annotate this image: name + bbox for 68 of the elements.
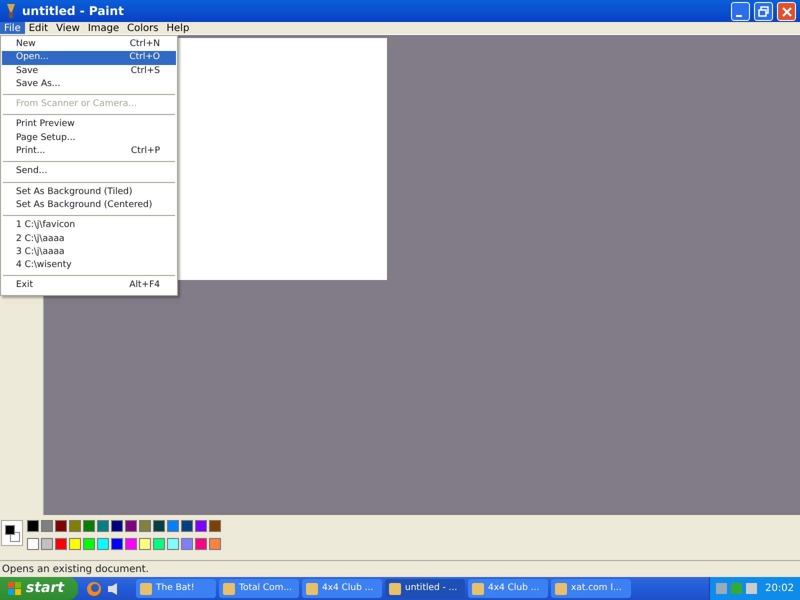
color-swatch[interactable] bbox=[111, 538, 123, 550]
menu-entry[interactable]: New Ctrl+N bbox=[2, 38, 176, 52]
taskbar-button[interactable]: Total Com... bbox=[219, 579, 299, 598]
menu-item[interactable]: File bbox=[0, 22, 25, 34]
color-swatch[interactable] bbox=[41, 538, 53, 550]
windows-logo-icon bbox=[8, 582, 22, 596]
color-swatch[interactable] bbox=[167, 538, 179, 550]
color-swatch[interactable] bbox=[83, 520, 95, 532]
color-swatch[interactable] bbox=[195, 520, 207, 532]
close-button[interactable] bbox=[777, 2, 796, 20]
color-selector bbox=[1, 520, 23, 546]
color-swatch[interactable] bbox=[153, 538, 165, 550]
color-swatch[interactable] bbox=[209, 520, 221, 532]
minimize-icon bbox=[736, 15, 742, 17]
menu-item[interactable]: Colors bbox=[123, 22, 162, 34]
menu-entry[interactable]: Page Setup... bbox=[2, 132, 176, 146]
color-swatch[interactable] bbox=[125, 538, 137, 550]
menu-entry[interactable]: Print Preview bbox=[2, 118, 176, 132]
color-swatch[interactable] bbox=[153, 520, 165, 532]
globe-icon[interactable] bbox=[86, 580, 102, 596]
menu-entry[interactable]: 1 C:\j\favicon bbox=[2, 219, 176, 233]
menu-entry[interactable]: Print... Ctrl+P bbox=[2, 145, 176, 158]
restore-icon bbox=[756, 4, 771, 18]
color-swatch[interactable] bbox=[181, 538, 193, 550]
color-swatch[interactable] bbox=[209, 538, 221, 550]
menu-entry[interactable]: Exit Alt+F4 bbox=[2, 279, 176, 293]
menu-entry[interactable]: Open... Ctrl+O bbox=[2, 51, 176, 65]
menu-entry[interactable]: Set As Background (Centered) bbox=[2, 198, 176, 212]
color-swatch[interactable] bbox=[83, 538, 95, 550]
taskbar-button[interactable]: 4x4 Club ... bbox=[468, 579, 548, 598]
taskbar-button[interactable]: untitled - ... bbox=[385, 579, 465, 598]
color-swatch[interactable] bbox=[167, 520, 179, 532]
menu-item[interactable]: Help bbox=[162, 22, 194, 34]
taskbar-button[interactable]: The Bat! bbox=[136, 579, 216, 598]
color-swatch[interactable] bbox=[27, 538, 39, 550]
color-swatch[interactable] bbox=[181, 520, 193, 532]
menu-entry[interactable]: Save Ctrl+S bbox=[2, 64, 176, 78]
color-swatch[interactable] bbox=[139, 538, 151, 550]
color-swatch[interactable] bbox=[195, 538, 207, 550]
menu-entry[interactable]: Save As... bbox=[2, 78, 176, 92]
menu-entry[interactable]: 2 C:\j\aaaa bbox=[2, 232, 176, 246]
color-swatch[interactable] bbox=[69, 538, 81, 550]
menu-entry[interactable]: Set As Background (Tiled) bbox=[2, 186, 176, 199]
menu-entry[interactable]: 4 C:\wisenty bbox=[2, 259, 176, 272]
color-swatch[interactable] bbox=[111, 520, 123, 532]
menu-entry[interactable]: 3 C:\j\aaaa bbox=[2, 246, 176, 260]
taskbar-button[interactable]: xat.com I... bbox=[551, 579, 631, 598]
clock-text: 20:02 bbox=[765, 582, 794, 596]
taskbar-button[interactable]: 4x4 Club ... bbox=[302, 579, 382, 598]
color-swatch[interactable] bbox=[125, 520, 137, 532]
color-swatch[interactable] bbox=[97, 520, 109, 532]
color-swatch[interactable] bbox=[55, 520, 67, 532]
menu-item[interactable]: Image bbox=[84, 22, 124, 34]
color-swatch[interactable] bbox=[41, 520, 53, 532]
menu-item[interactable]: Edit bbox=[24, 22, 52, 34]
menu-entry[interactable]: Send... bbox=[2, 165, 176, 179]
color-swatch[interactable] bbox=[55, 538, 67, 550]
window-title: untitled - Paint bbox=[22, 3, 125, 20]
menu-item[interactable]: View bbox=[52, 22, 84, 34]
paint-app-icon bbox=[4, 3, 18, 19]
color-swatch[interactable] bbox=[27, 520, 39, 532]
menu-entry: From Scanner or Camera... bbox=[15, 98, 138, 112]
color-swatch[interactable] bbox=[139, 520, 151, 532]
minimize-button[interactable] bbox=[731, 2, 750, 20]
color-swatch[interactable] bbox=[69, 520, 81, 532]
start-button[interactable]: start bbox=[0, 577, 78, 600]
restore-button[interactable] bbox=[754, 2, 773, 20]
color-swatch[interactable] bbox=[97, 538, 109, 550]
